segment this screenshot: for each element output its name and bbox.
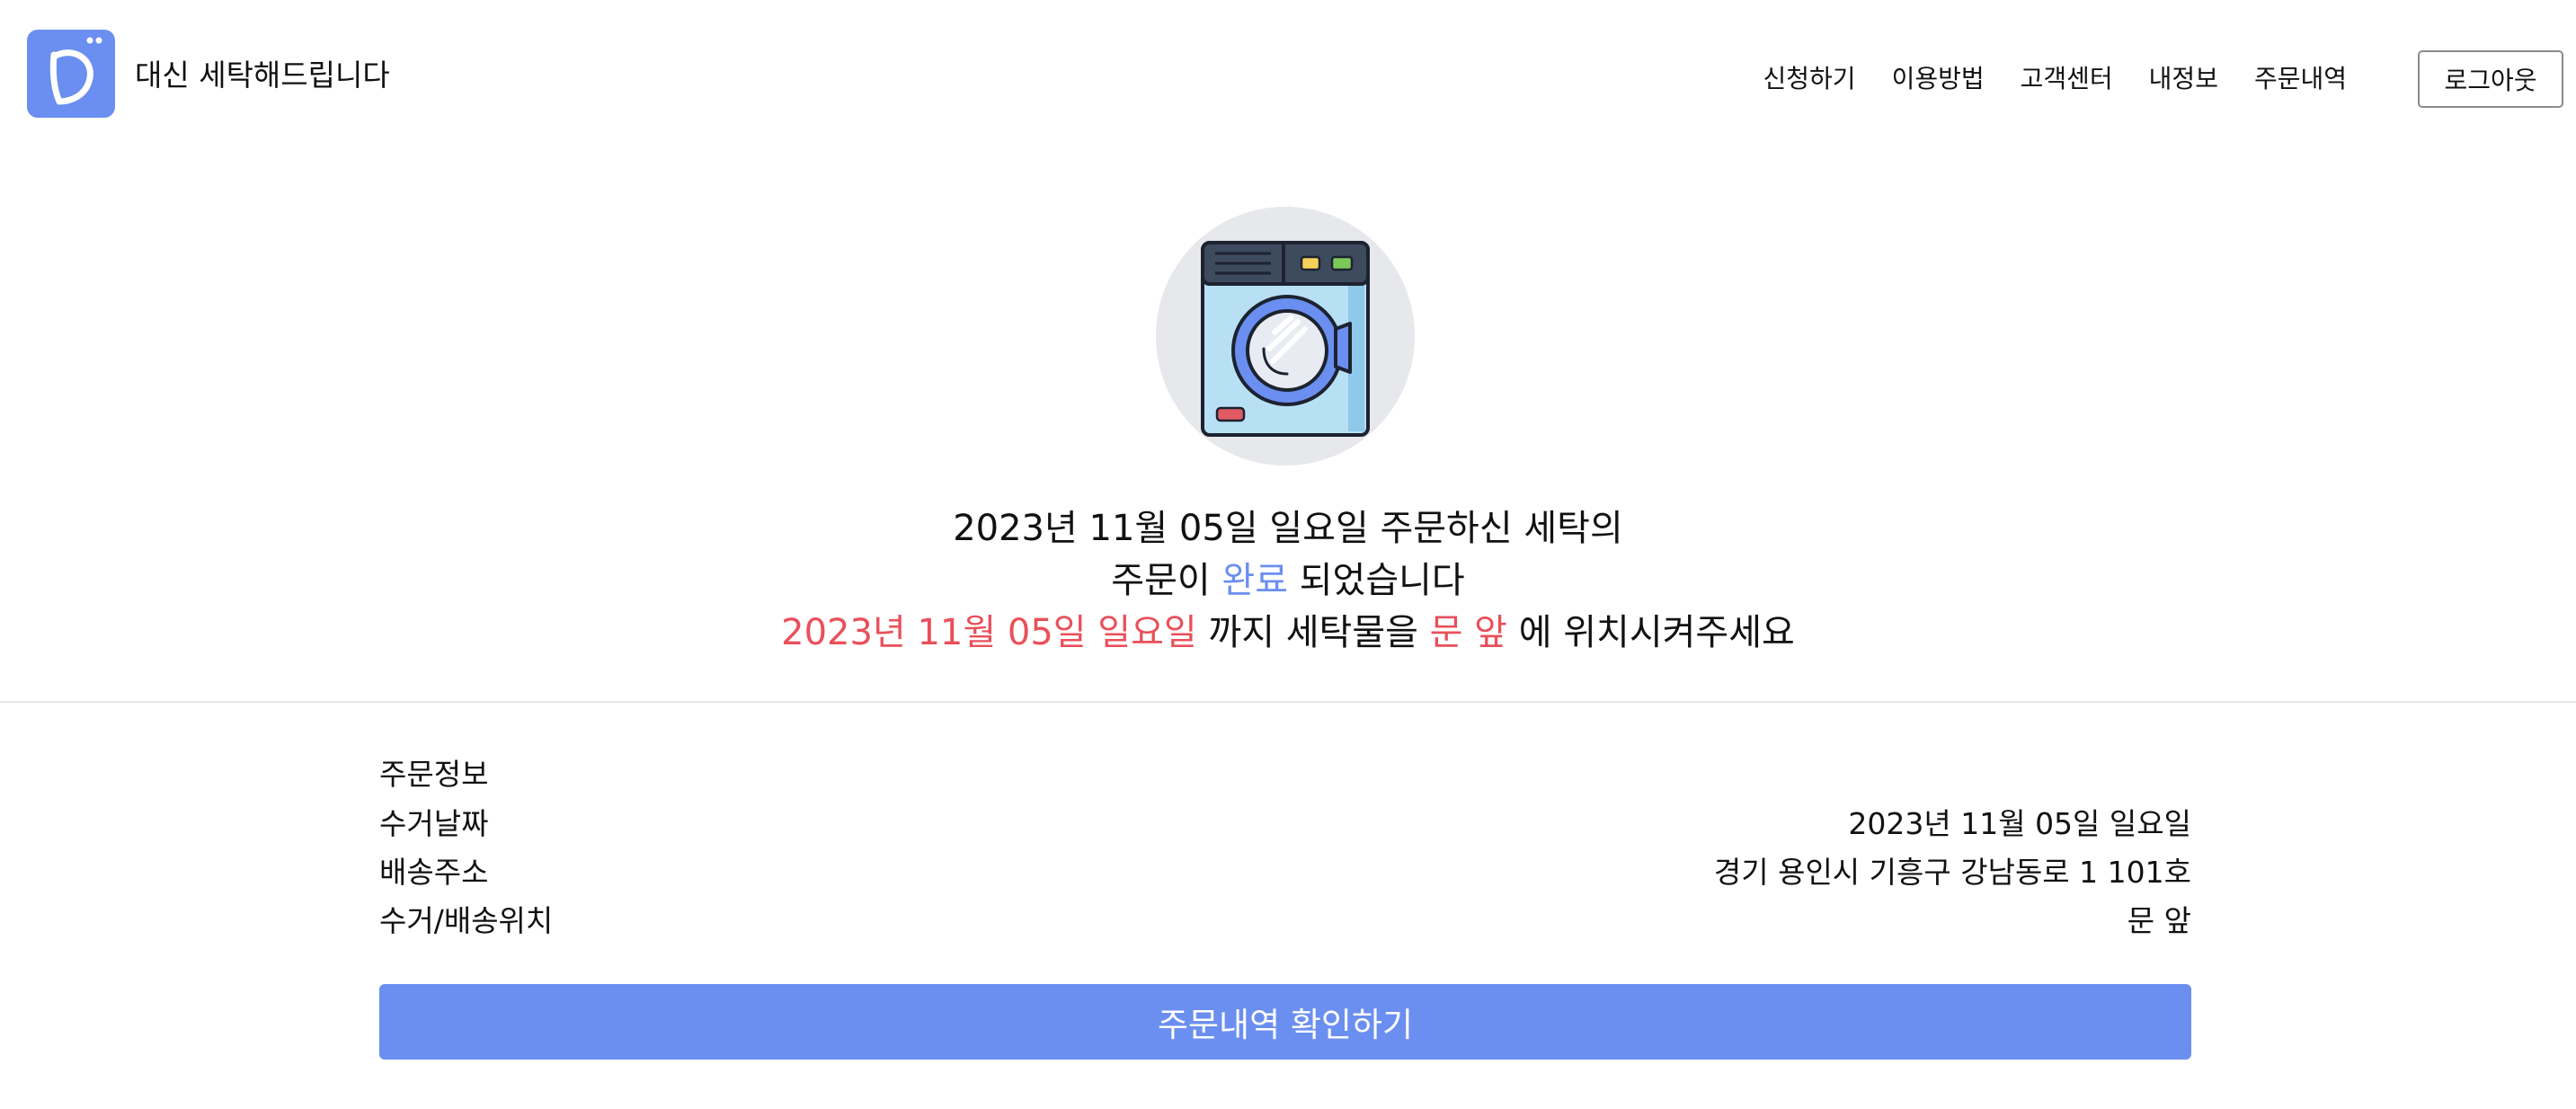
nav-apply[interactable]: 신청하기	[1763, 63, 1856, 95]
order-message-line-1: 2023년 11월 05일 일요일 주문하신 세탁의	[953, 508, 1623, 549]
section-divider	[0, 701, 2576, 703]
main-nav: 신청하기 이용방법 고객센터 내정보 주문내역	[1763, 63, 2347, 95]
deadline-date: 2023년 11월 05일 일요일	[781, 612, 1197, 653]
logo[interactable]	[27, 30, 115, 118]
hero-icon-circle	[1156, 207, 1415, 466]
order-message-prefix: 주문이	[1111, 560, 1222, 601]
order-info-row-location: 수거/배송위치 문 앞	[379, 897, 2191, 945]
header: 대신 세탁해드립니다 신청하기 이용방법 고객센터 내정보 주문내역 로그아웃	[0, 0, 2576, 158]
order-info-row-address: 배송주소 경기 용인시 기흥구 강남동로 1 101호	[379, 848, 2191, 897]
order-info-title: 주문정보	[379, 757, 489, 792]
row-value: 문 앞	[2127, 903, 2191, 938]
row-label: 수거/배송위치	[379, 903, 554, 938]
order-message-line-2: 주문이 완료 되었습니다	[0, 555, 2576, 606]
brand-name[interactable]: 대신 세탁해드립니다	[135, 58, 390, 93]
pickup-place: 문 앞	[1429, 612, 1507, 653]
view-order-history-button[interactable]: 주문내역 확인하기	[379, 984, 2191, 1060]
nav-order-history[interactable]: 주문내역	[2254, 63, 2347, 95]
row-label: 수거날짜	[379, 806, 489, 841]
order-message-line-3: 2023년 11월 05일 일요일 까지 세탁물을 문 앞 에 위치시켜주세요	[0, 608, 2576, 658]
row-label: 배송주소	[379, 855, 489, 890]
washing-machine-icon	[1201, 241, 1370, 437]
laundry-d-logo-icon	[49, 37, 102, 105]
deadline-end-text: 에 위치시켜주세요	[1506, 612, 1795, 653]
deadline-mid-text: 까지 세탁물을	[1196, 612, 1430, 653]
nav-customer-center[interactable]: 고객센터	[2021, 63, 2113, 95]
row-value: 경기 용인시 기흥구 강남동로 1 101호	[1713, 855, 2191, 890]
order-message-suffix: 되었습니다	[1288, 560, 1465, 601]
order-info-row-pickup-date: 수거날짜 2023년 11월 05일 일요일	[379, 800, 2191, 848]
order-status-text: 완료	[1221, 560, 1288, 601]
logout-button[interactable]: 로그아웃	[2418, 50, 2563, 108]
row-value: 2023년 11월 05일 일요일	[1848, 806, 2191, 841]
nav-how-to-use[interactable]: 이용방법	[1892, 63, 1985, 95]
order-info-list: 수거날짜 2023년 11월 05일 일요일 배송주소 경기 용인시 기흥구 강…	[379, 800, 2191, 945]
nav-my-info[interactable]: 내정보	[2149, 63, 2218, 95]
